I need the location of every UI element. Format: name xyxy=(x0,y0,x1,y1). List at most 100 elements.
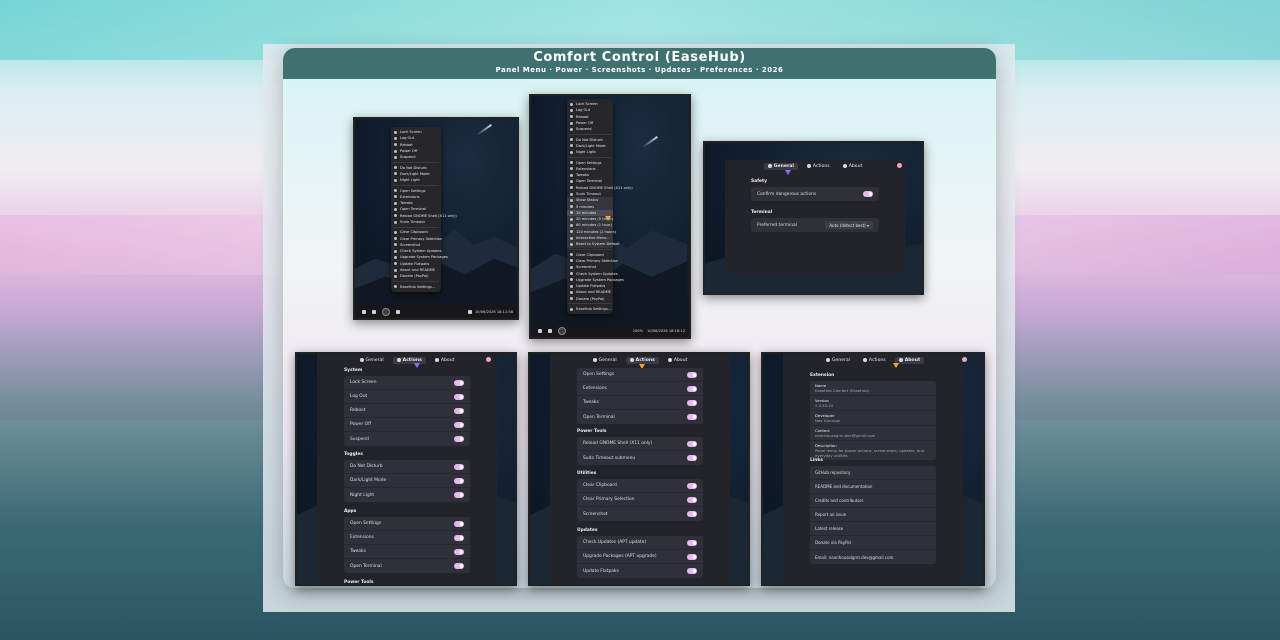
open-terminal-toggle[interactable] xyxy=(454,563,464,569)
extensions-icon xyxy=(394,195,397,199)
menu-item-night-light[interactable]: Night Light xyxy=(567,149,613,155)
do-not-disturb-toggle[interactable] xyxy=(454,464,464,470)
toggles-group: Do Not Disturb Dark/Light Mode Night Light xyxy=(344,460,470,502)
menu-item-suspend[interactable]: Suspend xyxy=(567,126,613,132)
tab-general[interactable]: General xyxy=(589,357,621,364)
tab-general[interactable]: General xyxy=(763,162,798,170)
action-row-night-light[interactable]: Night Light xyxy=(344,488,470,502)
tab-about[interactable]: About xyxy=(664,357,692,364)
power-off-toggle[interactable] xyxy=(454,422,464,428)
action-row-extensions[interactable]: Extensions xyxy=(344,531,470,545)
action-row-do-not-disturb[interactable]: Do Not Disturb xyxy=(344,460,470,474)
reboot-toggle[interactable] xyxy=(454,408,464,414)
open-settings-toggle[interactable] xyxy=(687,372,697,378)
workspace-icon[interactable] xyxy=(362,310,366,314)
app-icon[interactable] xyxy=(372,310,376,314)
update-flatpaks-toggle[interactable] xyxy=(687,568,697,574)
action-row-sudo-timeout-submenu[interactable]: Sudo Timeout submenu xyxy=(577,451,703,465)
close-icon[interactable] xyxy=(897,163,902,168)
action-row-clear-clipboard[interactable]: Clear Clipboard xyxy=(577,479,703,493)
tab-actions[interactable]: Actions xyxy=(803,163,834,170)
confirm-dangerous-toggle[interactable] xyxy=(863,191,873,197)
menu-item-donate-paypal[interactable]: Donate (PayPal) xyxy=(391,273,441,279)
menu-item-reset-to-system-default[interactable]: Reset to System Default xyxy=(567,241,620,248)
action-row-check-updates-apt-update[interactable]: Check Updates (APT update) xyxy=(577,536,703,550)
link-credits-and-contributors[interactable]: Credits and contributors xyxy=(810,494,936,508)
action-row-tweaks[interactable]: Tweaks xyxy=(577,396,703,410)
menu-item-sudo-timeout[interactable]: Sudo Timeout xyxy=(391,219,441,225)
preferred-terminal-dropdown[interactable]: Auto (detect best) ▾ xyxy=(825,221,873,229)
tweaks-toggle[interactable] xyxy=(687,400,697,406)
upgrade-packages-apt-upgrade-toggle[interactable] xyxy=(687,554,697,560)
action-row-open-terminal[interactable]: Open Terminal xyxy=(577,410,703,424)
section-title-power-tools: Power Tools xyxy=(344,580,374,585)
open-terminal-icon xyxy=(394,207,397,211)
open-settings-toggle[interactable] xyxy=(454,521,464,527)
tab-about[interactable]: About xyxy=(431,357,459,364)
menu-item-suspend[interactable]: Suspend xyxy=(391,154,441,160)
action-row-power-off[interactable]: Power Off xyxy=(344,418,470,432)
extensions-toggle[interactable] xyxy=(454,535,464,541)
zoom-level[interactable]: 100% xyxy=(633,329,643,333)
log-out-toggle[interactable] xyxy=(454,394,464,400)
night-light-toggle[interactable] xyxy=(454,492,464,498)
sudo-timeout-submenu-toggle[interactable] xyxy=(687,455,697,461)
clear-primary-selection-toggle[interactable] xyxy=(687,497,697,503)
link-readme-and-documentation[interactable]: README and documentation xyxy=(810,480,936,494)
clock[interactable]: 10/06/2026 18:18:12 xyxy=(647,329,685,333)
action-row-tweaks[interactable]: Tweaks xyxy=(344,545,470,559)
tab-actions[interactable]: Actions xyxy=(859,357,890,364)
action-row-screenshot[interactable]: Screenshot xyxy=(577,507,703,521)
tab-general[interactable]: General xyxy=(356,357,388,364)
updates-group: Check Updates (APT update) Upgrade Packag… xyxy=(577,536,703,578)
action-row-open-settings[interactable]: Open Settings xyxy=(577,368,703,382)
suspend-toggle[interactable] xyxy=(454,436,464,442)
action-row-open-settings[interactable]: Open Settings xyxy=(344,517,470,531)
clear-clipboard-toggle[interactable] xyxy=(687,483,697,489)
check-updates-apt-update-toggle[interactable] xyxy=(687,540,697,546)
dark-light-mode-toggle[interactable] xyxy=(454,478,464,484)
action-row-extensions[interactable]: Extensions xyxy=(577,382,703,396)
action-row-update-flatpaks[interactable]: Update Flatpaks xyxy=(577,564,703,578)
app-icon-2[interactable] xyxy=(396,310,400,314)
action-row-suspend[interactable]: Suspend xyxy=(344,432,470,446)
confirm-dangerous-row[interactable]: Confirm dangerous actions xyxy=(751,187,879,201)
link-github-repository[interactable]: GitHub repository xyxy=(810,466,936,480)
lock-screen-toggle[interactable] xyxy=(454,380,464,386)
tab-actions[interactable]: Actions xyxy=(392,356,426,364)
screenshot-toggle[interactable] xyxy=(687,511,697,517)
mouse-cursor xyxy=(414,363,420,368)
action-row-clear-primary-selection[interactable]: Clear Primary Selection xyxy=(577,493,703,507)
menu-item-easehub-settings[interactable]: EaseHub Settings... xyxy=(567,306,613,312)
tab-about[interactable]: About xyxy=(894,356,925,364)
action-row-reboot[interactable]: Reboot xyxy=(344,404,470,418)
tab-general[interactable]: General xyxy=(822,357,854,364)
tab-about[interactable]: About xyxy=(839,163,867,170)
tab-actions[interactable]: Actions xyxy=(625,356,659,364)
action-row-dark-light-mode[interactable]: Dark/Light Mode xyxy=(344,474,470,488)
action-row-lock-screen[interactable]: Lock Screen xyxy=(344,376,470,390)
menu-item-easehub-settings[interactable]: EaseHub Settings... xyxy=(391,284,441,290)
menu-item-donate-paypal[interactable]: Donate (PayPal) xyxy=(567,296,613,302)
easehub-panel-icon[interactable] xyxy=(382,308,390,316)
link-email-neonhouselgrm-dev-gmail-[interactable]: Email: neonhouselgrm.dev@gmail.com xyxy=(810,550,936,564)
link-latest-release[interactable]: Latest release xyxy=(810,522,936,536)
action-row-reload-gnome-shell-x11-only[interactable]: Reload GNOME Shell (X11 only) xyxy=(577,437,703,451)
extensions-toggle[interactable] xyxy=(687,386,697,392)
volume-icon[interactable] xyxy=(468,310,472,314)
link-report-an-issue[interactable]: Report an issue xyxy=(810,508,936,522)
link-donate-via-paypal[interactable]: Donate via PayPal xyxy=(810,536,936,550)
action-row-upgrade-packages-apt-upgrade[interactable]: Upgrade Packages (APT upgrade) xyxy=(577,550,703,564)
easehub-panel-icon[interactable] xyxy=(558,327,566,335)
action-row-open-terminal[interactable]: Open Terminal xyxy=(344,559,470,573)
workspace-icon[interactable] xyxy=(538,329,542,333)
reload-gnome-shell-x11-only-toggle[interactable] xyxy=(687,441,697,447)
tweaks-toggle[interactable] xyxy=(454,549,464,555)
close-icon[interactable] xyxy=(962,357,967,362)
app-icon[interactable] xyxy=(548,329,552,333)
clock[interactable]: 10/06/2026 18:11:58 xyxy=(475,310,513,314)
menu-item-night-light[interactable]: Night Light xyxy=(391,177,441,183)
close-icon[interactable] xyxy=(486,357,491,362)
open-terminal-toggle[interactable] xyxy=(687,414,697,420)
action-row-log-out[interactable]: Log Out xyxy=(344,390,470,404)
